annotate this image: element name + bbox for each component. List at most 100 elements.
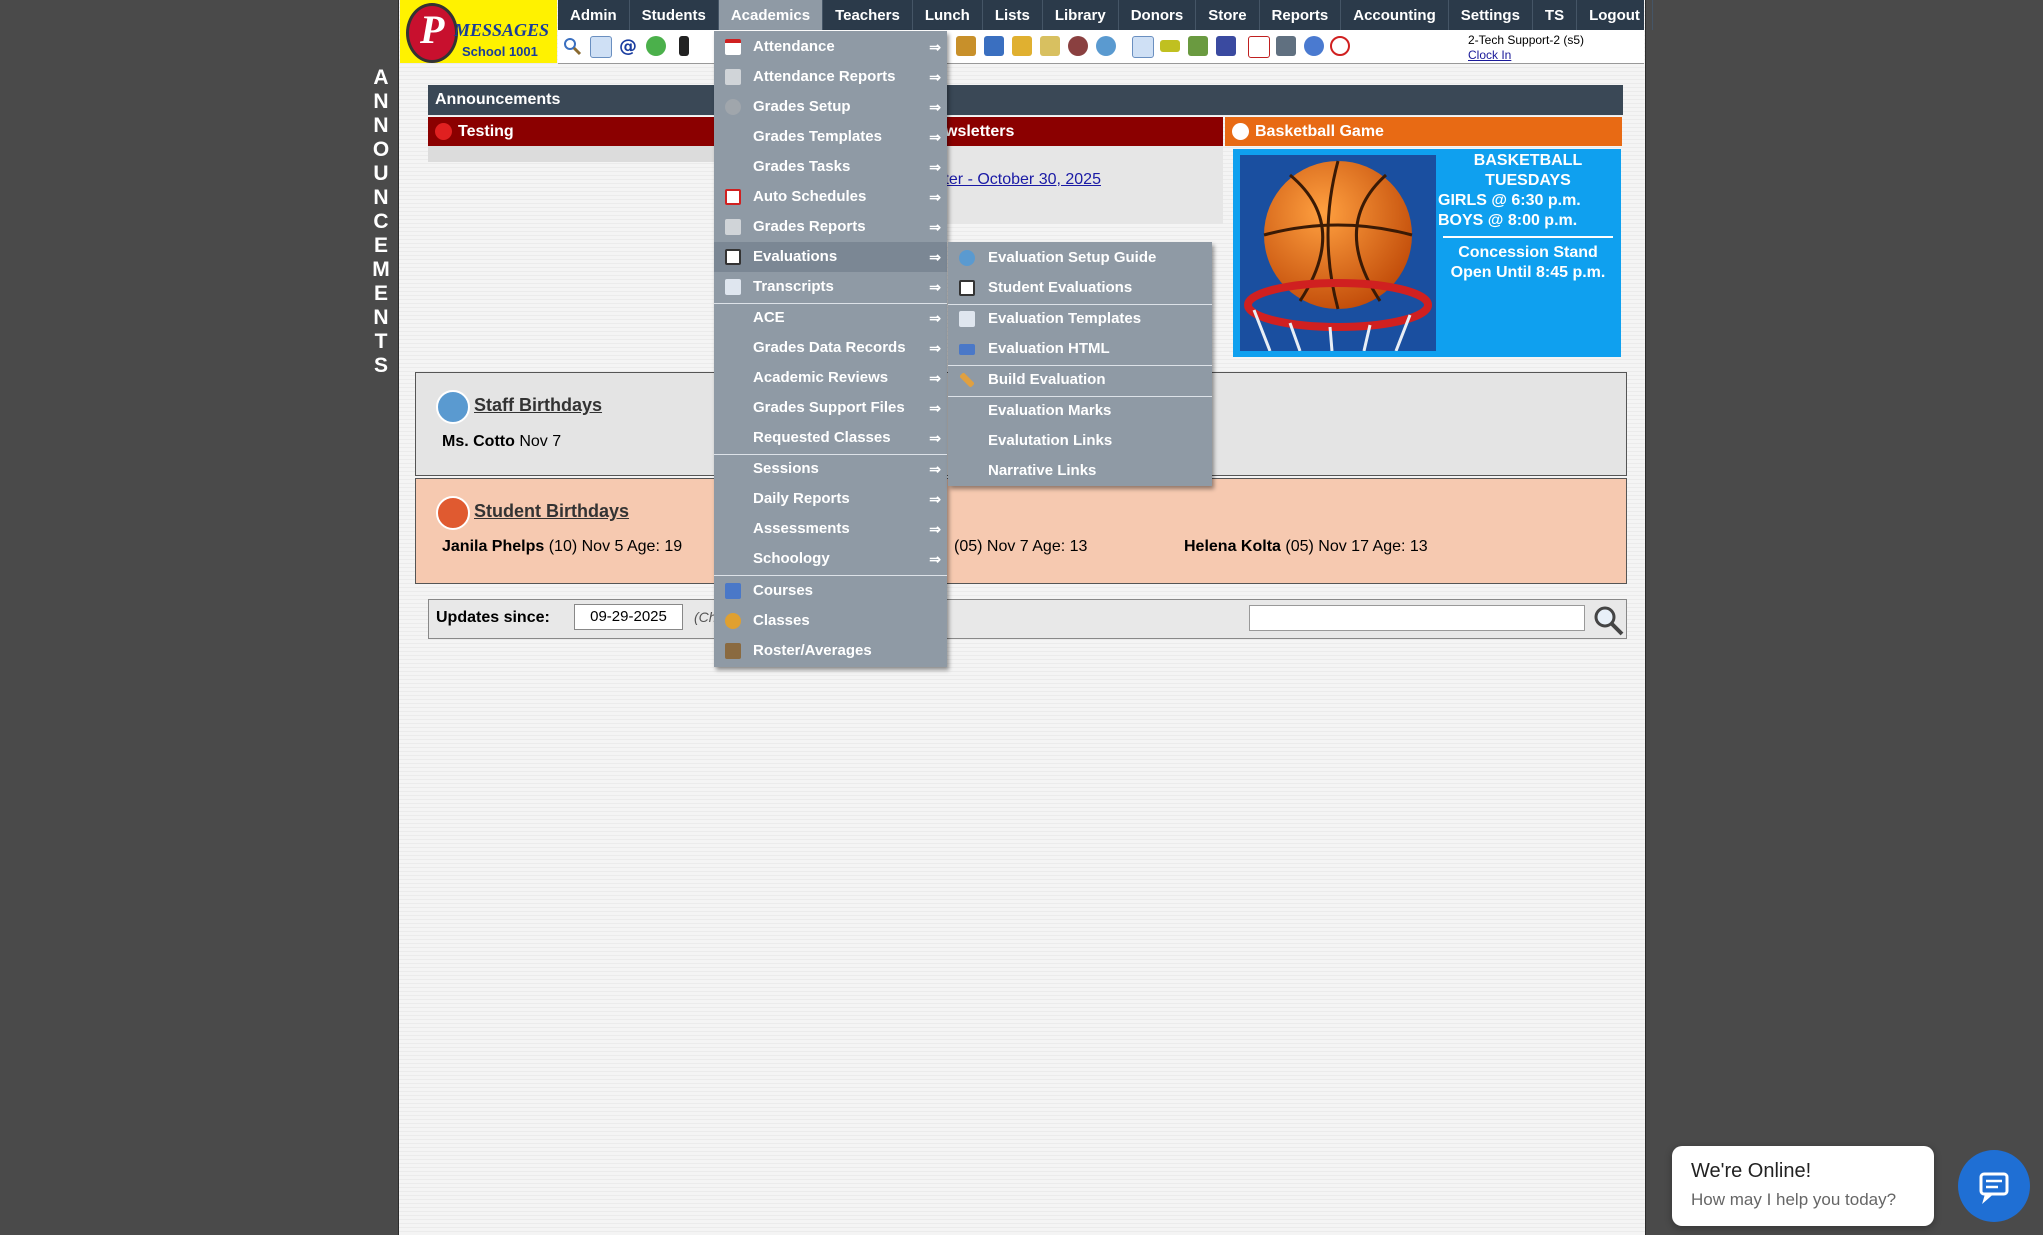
document-icon	[725, 279, 741, 295]
phone-icon[interactable]	[679, 36, 689, 56]
nav-lunch[interactable]: Lunch	[913, 0, 983, 30]
menu-item-grades-setup[interactable]: Grades Setup ⇒	[714, 92, 947, 122]
menu-item-evaluations[interactable]: Evaluations ⇒	[714, 242, 947, 272]
submenu-item-student-evaluations[interactable]: Student Evaluations	[948, 273, 1212, 303]
student-birthday-entry: (05) Nov 7 Age: 13	[954, 538, 1088, 555]
envelope-icon[interactable]	[1040, 36, 1060, 56]
grid-icon[interactable]	[1132, 36, 1154, 58]
nav-academics[interactable]: Academics	[718, 0, 824, 30]
menu-item-attendance-reports[interactable]: Attendance Reports ⇒	[714, 62, 947, 92]
search-input[interactable]	[1249, 605, 1585, 631]
nav-donors[interactable]: Donors	[1119, 0, 1197, 30]
power-icon[interactable]	[1330, 36, 1350, 56]
nav-teachers[interactable]: Teachers	[823, 0, 913, 30]
testing-panel-header[interactable]: Testing	[428, 117, 728, 146]
people-icon[interactable]	[1068, 36, 1088, 56]
menu-item-courses[interactable]: Courses	[714, 576, 947, 606]
menu-item-grades-templates[interactable]: Grades Templates ⇒	[714, 122, 947, 152]
calendar-icon[interactable]	[590, 36, 612, 58]
submenu-item-evaluation-templates[interactable]: Evaluation Templates	[948, 304, 1212, 334]
html-icon	[959, 344, 975, 355]
student-birthdays-title[interactable]: Student Birthdays	[474, 501, 629, 522]
lunch-icon[interactable]	[956, 36, 976, 56]
info-icon	[959, 250, 975, 266]
updates-since-date-input[interactable]: 09-29-2025	[574, 604, 683, 630]
submenu-arrow-icon: ⇒	[929, 340, 941, 356]
menu-item-ace[interactable]: ACE ⇒	[714, 303, 947, 333]
menu-item-grades-data-records[interactable]: Grades Data Records ⇒	[714, 333, 947, 363]
menu-item-auto-schedules[interactable]: Auto Schedules ⇒	[714, 182, 947, 212]
clock-in-link[interactable]: Clock In	[1468, 48, 1584, 62]
menu-item-roster-averages[interactable]: Roster/Averages	[714, 636, 947, 666]
submenu-arrow-icon: ⇒	[929, 551, 941, 567]
nav-settings[interactable]: Settings	[1449, 0, 1533, 30]
broom-icon[interactable]	[1012, 36, 1032, 56]
clock-icon[interactable]	[1096, 36, 1116, 56]
submenu-arrow-icon: ⇒	[929, 400, 941, 416]
search-icon[interactable]	[1591, 603, 1625, 637]
nav-students[interactable]: Students	[630, 0, 719, 30]
nav-accounting[interactable]: Accounting	[1341, 0, 1449, 30]
submenu-item-evaluation-links[interactable]: Evalutation Links	[948, 426, 1212, 456]
email-icon[interactable]: @	[618, 36, 638, 57]
testing-panel-body	[428, 146, 728, 162]
chat-launcher-button[interactable]	[1958, 1150, 2030, 1222]
nav-reports[interactable]: Reports	[1260, 0, 1342, 30]
chat-greeting-bubble[interactable]: We're Online! How may I help you today?	[1672, 1146, 1934, 1226]
checkbox-icon	[959, 280, 975, 296]
school-logo[interactable]: P MESSAGES School 1001	[400, 0, 557, 63]
card-icon[interactable]	[1160, 40, 1180, 52]
nav-lists[interactable]: Lists	[983, 0, 1043, 30]
nav-store[interactable]: Store	[1196, 0, 1260, 30]
submenu-arrow-icon: ⇒	[929, 249, 941, 265]
menu-item-sessions[interactable]: Sessions ⇒	[714, 454, 947, 484]
submenu-item-evaluation-marks[interactable]: Evaluation Marks	[948, 396, 1212, 426]
menu-item-schoology[interactable]: Schoology ⇒	[714, 544, 947, 574]
student-birthday-entry: Helena Kolta (05) Nov 17 Age: 13	[1184, 538, 1428, 555]
nav-admin[interactable]: Admin	[558, 0, 630, 30]
nav-library[interactable]: Library	[1043, 0, 1119, 30]
nav-logout[interactable]: Logout	[1577, 0, 1653, 30]
menu-item-grades-support-files[interactable]: Grades Support Files ⇒	[714, 393, 947, 423]
submenu-arrow-icon: ⇒	[929, 219, 941, 235]
submenu-item-evaluation-setup-guide[interactable]: Evaluation Setup Guide	[948, 243, 1212, 273]
menu-item-requested-classes[interactable]: Requested Classes ⇒	[714, 423, 947, 453]
submenu-item-build-evaluation[interactable]: Build Evaluation	[948, 365, 1212, 395]
book-icon[interactable]	[984, 36, 1004, 56]
submenu-item-narrative-links[interactable]: Narrative Links	[948, 456, 1212, 486]
book-icon	[725, 583, 741, 599]
cake-icon	[436, 496, 470, 530]
chat-title: We're Online!	[1691, 1160, 1812, 1182]
menu-item-grades-tasks[interactable]: Grades Tasks ⇒	[714, 152, 947, 182]
menu-item-daily-reports[interactable]: Daily Reports ⇒	[714, 484, 947, 514]
person-icon	[725, 613, 741, 629]
money-icon[interactable]	[1276, 36, 1296, 56]
menu-item-attendance[interactable]: Attendance ⇒	[714, 32, 947, 62]
menu-item-transcripts[interactable]: Transcripts ⇒	[714, 272, 947, 302]
roster-icon	[725, 643, 741, 659]
newsletter-link[interactable]: tter - October 30, 2025	[940, 171, 1101, 189]
pdf-icon[interactable]	[1248, 36, 1270, 58]
basketball-panel-header[interactable]: Basketball Game	[1225, 117, 1622, 146]
messages-icon[interactable]	[646, 36, 666, 56]
menu-item-assessments[interactable]: Assessments ⇒	[714, 514, 947, 544]
chat-subtitle: How may I help you today?	[1691, 1190, 1897, 1209]
menu-item-classes[interactable]: Classes	[714, 606, 947, 636]
menu-item-academic-reviews[interactable]: Academic Reviews ⇒	[714, 363, 947, 393]
search-icon[interactable]	[562, 36, 582, 56]
student-birthday-entry: Janila Phelps (10) Nov 5 Age: 19	[442, 538, 683, 555]
help-icon[interactable]	[1304, 36, 1324, 56]
printer-icon[interactable]	[1188, 36, 1208, 56]
submenu-item-evaluation-html[interactable]: Evaluation HTML	[948, 334, 1212, 364]
printer-icon	[725, 219, 741, 235]
submenu-arrow-icon: ⇒	[929, 159, 941, 175]
cake-icon	[436, 390, 470, 424]
menu-item-grades-reports[interactable]: Grades Reports ⇒	[714, 212, 947, 242]
updates-since-label: Updates since:	[436, 609, 550, 626]
submenu-arrow-icon: ⇒	[929, 129, 941, 145]
ap-icon[interactable]	[1216, 36, 1236, 56]
announcement-icon	[435, 123, 452, 140]
staff-birthdays-title[interactable]: Staff Birthdays	[474, 395, 602, 416]
nav-ts[interactable]: TS	[1533, 0, 1578, 30]
announcements-header: Announcements	[428, 85, 1623, 115]
